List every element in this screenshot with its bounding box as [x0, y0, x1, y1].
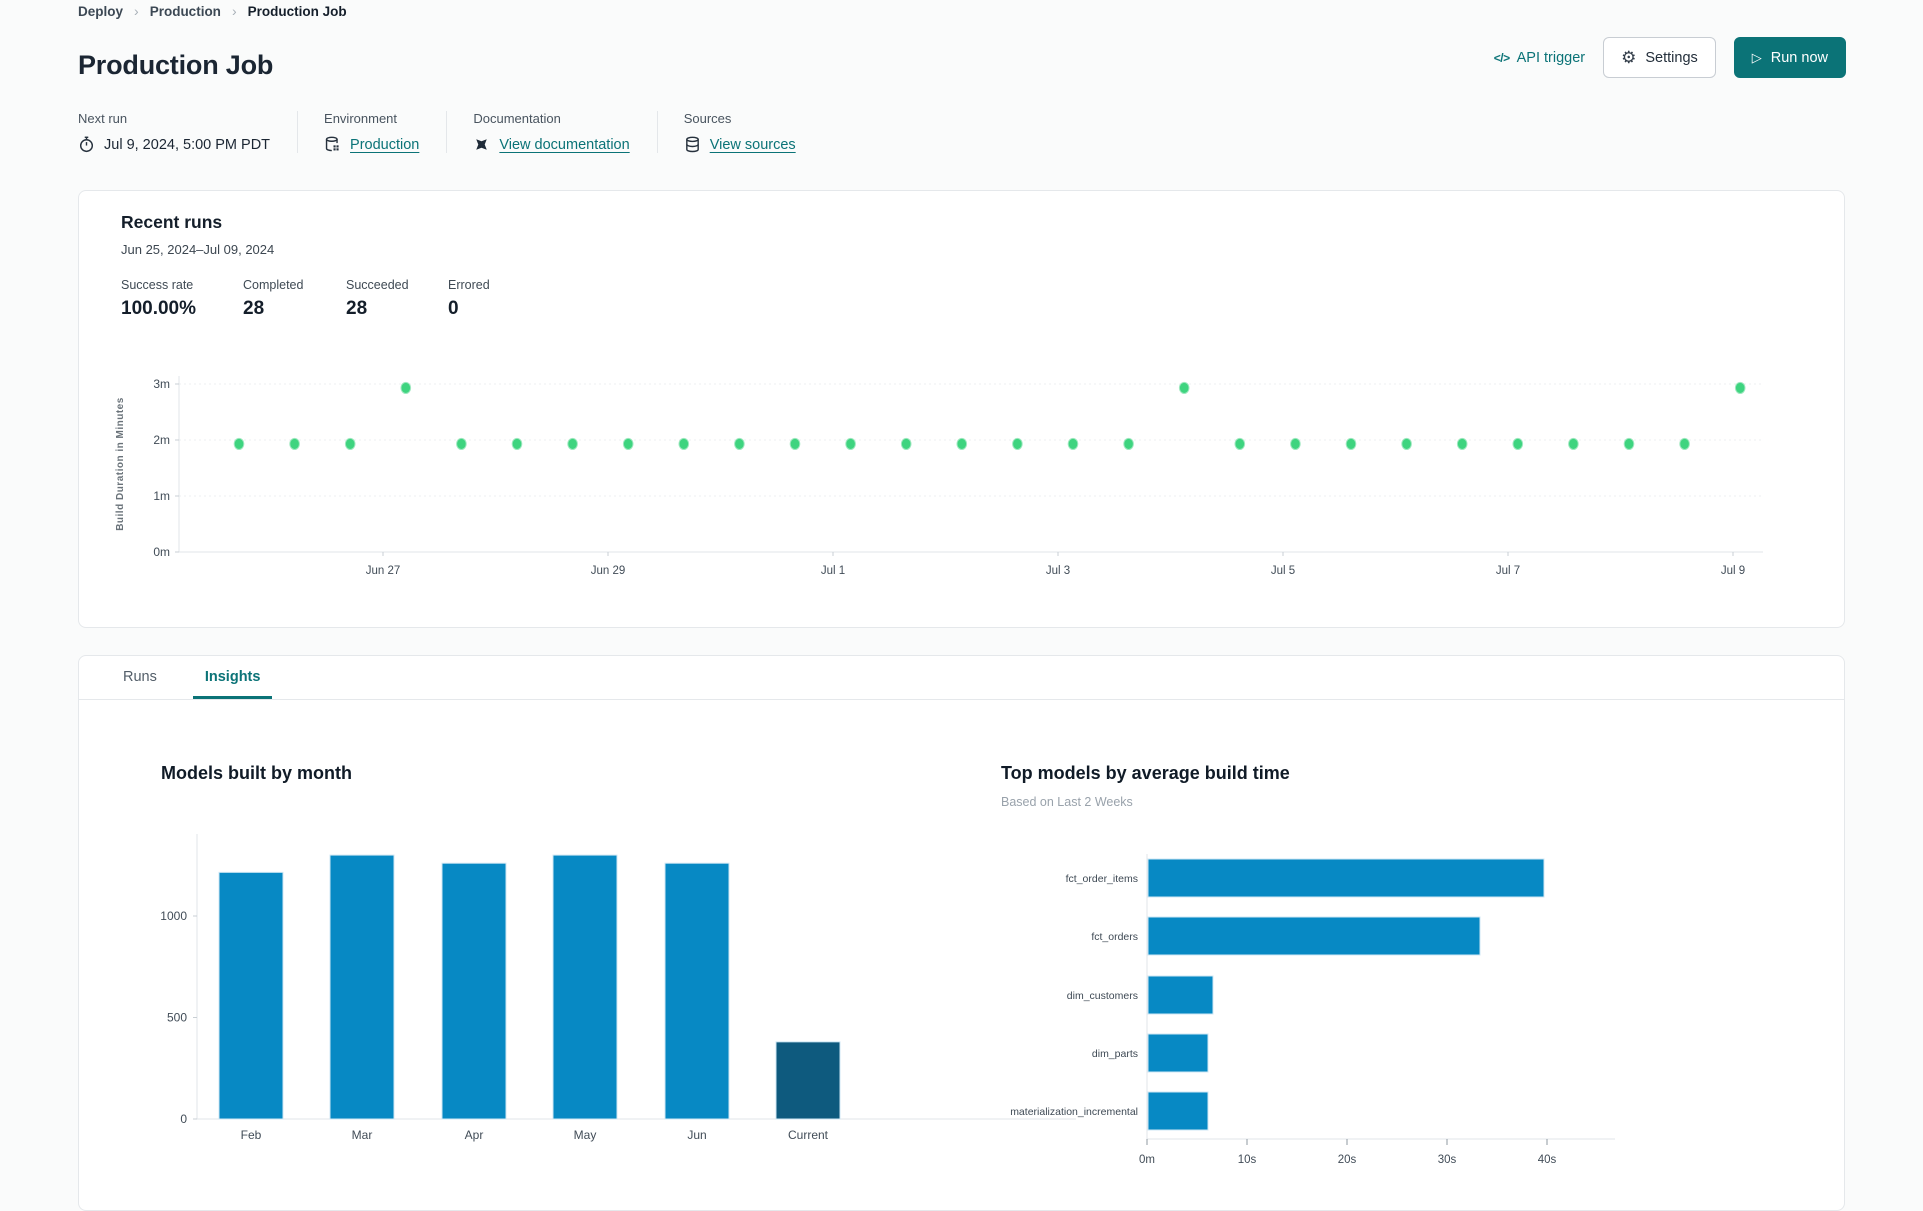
svg-text:Mar: Mar [352, 1128, 373, 1142]
svg-text:Apr: Apr [465, 1128, 484, 1142]
play-icon: ▷ [1751, 50, 1762, 65]
code-icon: </> [1493, 50, 1510, 65]
recent-runs-card: Recent runs Jun 25, 2024–Jul 09, 2024 Su… [78, 190, 1845, 628]
svg-text:Jul 3: Jul 3 [1046, 565, 1070, 577]
dbt-logo-icon [473, 136, 490, 153]
svg-text:May: May [574, 1128, 597, 1142]
documentation-block: Documentation View documentation [473, 111, 658, 153]
svg-text:3m: 3m [153, 377, 170, 391]
svg-text:dim_customers: dim_customers [1067, 990, 1138, 1002]
svg-text:1m: 1m [153, 489, 170, 503]
svg-text:Jun 27: Jun 27 [366, 565, 401, 577]
header-actions: </> API trigger ⚙ Settings ▷ Run now [1494, 37, 1846, 78]
view-documentation-link[interactable]: View documentation [499, 137, 629, 153]
breadcrumb-production[interactable]: Production [150, 4, 221, 19]
environment-database-icon [324, 136, 341, 153]
svg-text:10s: 10s [1238, 1154, 1257, 1166]
svg-text:Jul 1: Jul 1 [821, 565, 845, 577]
svg-text:0m: 0m [1139, 1154, 1155, 1166]
svg-text:Jul 5: Jul 5 [1271, 565, 1295, 577]
settings-button[interactable]: ⚙ Settings [1603, 37, 1716, 78]
settings-label: Settings [1645, 49, 1698, 66]
svg-text:Feb: Feb [241, 1128, 262, 1142]
svg-text:1000: 1000 [160, 909, 187, 923]
svg-text:20s: 20s [1338, 1154, 1357, 1166]
gear-icon: ⚙ [1621, 48, 1637, 67]
breadcrumb-deploy[interactable]: Deploy [78, 4, 123, 19]
page-title: Production Job [78, 50, 274, 81]
svg-text:fct_order_items: fct_order_items [1066, 873, 1138, 885]
breadcrumb-production-job: Production Job [247, 3, 347, 19]
insights-charts[interactable]: 0 500 1000 Feb Mar Apr May Jun Current fct_order_… [79, 656, 1844, 1210]
svg-text:Build Duration in Minutes: Build Duration in Minutes [115, 397, 126, 531]
svg-text:fct_orders: fct_orders [1091, 931, 1138, 943]
next-run-label: Next run [78, 111, 128, 126]
svg-text:materialization_incremental: materialization_incremental [1010, 1106, 1138, 1118]
svg-text:Jul 7: Jul 7 [1496, 565, 1520, 577]
sources-block: Sources View sources [684, 111, 823, 153]
run-now-label: Run now [1770, 49, 1828, 66]
chevron-right-icon: › [231, 3, 237, 19]
svg-text:Jun: Jun [687, 1128, 706, 1142]
chevron-right-icon: › [134, 3, 139, 19]
clock-icon [78, 136, 95, 153]
sources-label: Sources [683, 111, 732, 126]
job-info-row: Next run Jul 9, 2024, 5:00 PM PDT Enviro… [78, 111, 849, 153]
build-duration-scatter-chart[interactable]: 0m 1m 2m 3m Jun 27 Jun 29 Jul 1 Jul 3 Jul 5 Jul 7… [79, 191, 1844, 627]
view-sources-link[interactable]: View sources [710, 137, 796, 153]
svg-text:Current: Current [788, 1128, 829, 1142]
documentation-label: Documentation [473, 111, 561, 126]
breadcrumb: Deploy › Production › Production Job [78, 3, 347, 19]
insights-card: Runs Insights Models built by month Top … [78, 655, 1845, 1211]
svg-text:Jul 9: Jul 9 [1721, 565, 1745, 577]
run-now-button[interactable]: ▷ Run now [1733, 37, 1846, 78]
svg-text:500: 500 [167, 1011, 187, 1025]
svg-text:dim_parts: dim_parts [1092, 1048, 1138, 1060]
next-run-block: Next run Jul 9, 2024, 5:00 PM PDT [78, 111, 299, 153]
api-trigger-link[interactable]: </> API trigger [1494, 50, 1585, 66]
svg-text:0: 0 [180, 1112, 187, 1126]
environment-link[interactable]: Production [350, 137, 419, 153]
svg-text:30s: 30s [1438, 1154, 1457, 1166]
environment-block: Environment Production [324, 111, 448, 153]
svg-text:0m: 0m [153, 545, 170, 559]
svg-text:Jun 29: Jun 29 [591, 565, 626, 577]
svg-text:2m: 2m [153, 433, 170, 447]
environment-label: Environment [324, 111, 398, 126]
svg-text:40s: 40s [1538, 1154, 1557, 1166]
api-trigger-label: API trigger [1516, 49, 1586, 66]
database-icon [684, 136, 701, 153]
next-run-value: Jul 9, 2024, 5:00 PM PDT [104, 136, 271, 153]
